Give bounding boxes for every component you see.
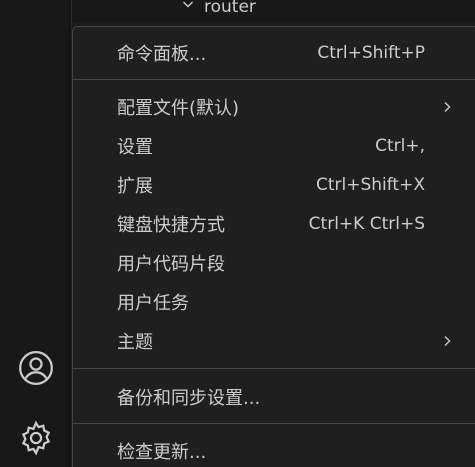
menu-item-command-palette[interactable]: 命令面板... Ctrl+Shift+P: [73, 35, 475, 71]
menu-item-shortcut: Ctrl+K Ctrl+S: [308, 214, 425, 234]
menu-item-label: 检查更新...: [117, 442, 207, 463]
activity-bar: [0, 0, 72, 467]
tree-folder-label: router: [204, 0, 256, 17]
menu-item-shortcut: Ctrl+Shift+P: [317, 43, 425, 63]
menu-item-label: 键盘快捷方式: [117, 215, 225, 236]
chevron-right-icon: [444, 102, 451, 112]
menu-item-keyboard-shortcuts[interactable]: 键盘快捷方式 Ctrl+K Ctrl+S: [73, 206, 475, 242]
menu-separator: [73, 423, 475, 424]
vscode-window: router 命令面板... Ctrl+Shift+P 配置文件(默认) 设置 …: [0, 0, 475, 467]
menu-item-backup-sync[interactable]: 备份和同步设置...: [73, 379, 475, 415]
menu-item-label: 主题: [117, 332, 153, 353]
menu-item-themes[interactable]: 主题: [73, 323, 475, 359]
menu-item-extensions[interactable]: 扩展 Ctrl+Shift+X: [73, 167, 475, 203]
menu-item-shortcut: Ctrl+,: [375, 136, 425, 156]
menu-item-user-snippets[interactable]: 用户代码片段: [73, 245, 475, 281]
account-icon[interactable]: [14, 346, 58, 390]
menu-item-label: 用户任务: [117, 293, 189, 314]
menu-item-profiles[interactable]: 配置文件(默认): [73, 89, 475, 125]
tree-folder-router[interactable]: router: [180, 0, 256, 17]
manage-context-menu: 命令面板... Ctrl+Shift+P 配置文件(默认) 设置 Ctrl+, …: [72, 26, 475, 467]
menu-separator: [73, 79, 475, 80]
menu-separator: [73, 368, 475, 369]
menu-item-label: 备份和同步设置...: [117, 388, 261, 409]
chevron-down-icon: [180, 0, 196, 17]
menu-item-label: 用户代码片段: [117, 254, 225, 275]
gear-icon[interactable]: [14, 416, 58, 460]
menu-item-label: 扩展: [117, 176, 153, 197]
menu-item-check-updates[interactable]: 检查更新...: [73, 433, 475, 467]
menu-item-shortcut: Ctrl+Shift+X: [315, 175, 425, 195]
menu-item-label: 配置文件(默认): [117, 98, 240, 119]
menu-item-settings[interactable]: 设置 Ctrl+,: [73, 128, 475, 164]
menu-item-user-tasks[interactable]: 用户任务: [73, 284, 475, 320]
menu-item-label: 设置: [117, 137, 153, 158]
menu-item-label: 命令面板...: [117, 44, 207, 65]
chevron-right-icon: [444, 336, 451, 346]
explorer-tree: router: [72, 0, 475, 22]
